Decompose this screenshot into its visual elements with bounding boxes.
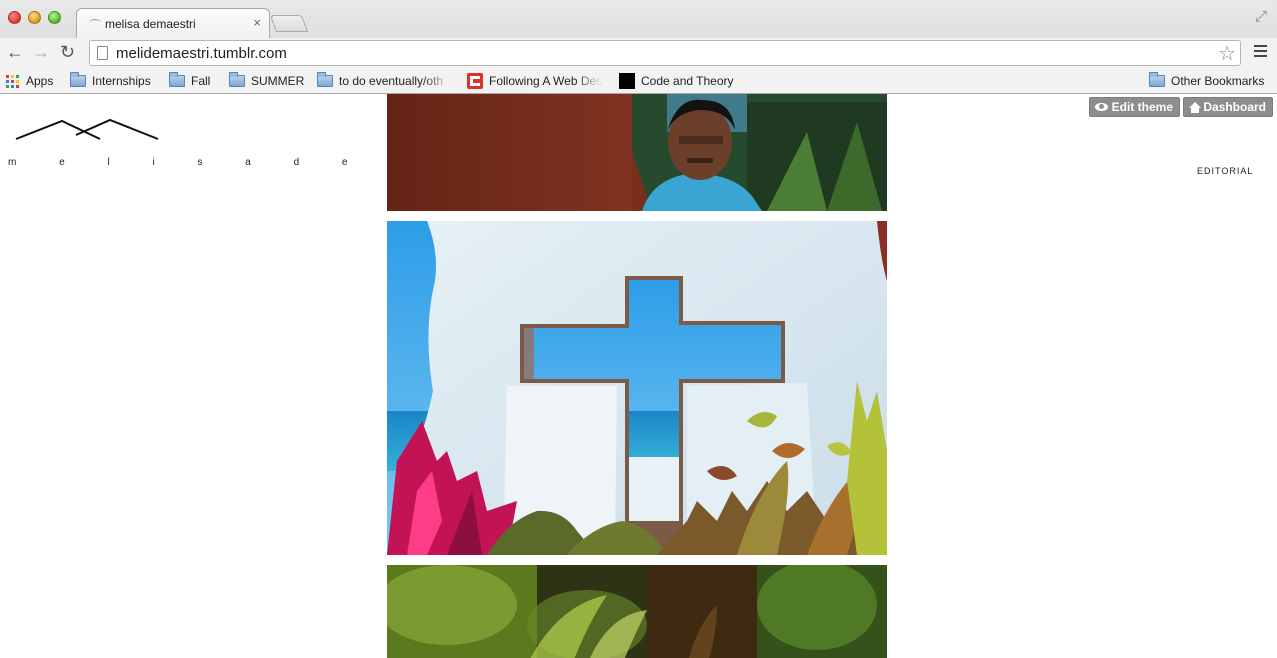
bookmark-folder-internships[interactable]: Internships <box>70 72 151 90</box>
address-bar-url[interactable]: melidemaestri.tumblr.com <box>116 45 287 62</box>
folder-icon <box>1149 72 1165 87</box>
dashboard-button[interactable]: Dashboard <box>1183 97 1273 117</box>
web-design-icon <box>467 73 483 89</box>
reload-button[interactable]: ↻ <box>60 41 75 63</box>
bookmark-folder-fall[interactable]: Fall <box>169 72 210 90</box>
bookmarks-bar: Apps Internships Fall SUMMER to do event… <box>0 68 1277 93</box>
fullscreen-icon[interactable]: ⤢ <box>1255 8 1267 25</box>
tropical-foliage-photo <box>387 565 887 658</box>
bookmark-star-icon[interactable]: ☆ <box>1218 41 1236 66</box>
edit-theme-label: Edit theme <box>1111 100 1173 114</box>
bookmark-label: Other Bookmarks <box>1171 74 1265 88</box>
zoom-window-button[interactable] <box>48 11 61 24</box>
folder-icon <box>169 72 185 87</box>
bookmark-folder-summer[interactable]: SUMMER <box>229 72 304 90</box>
bookmark-following-a-web-designer[interactable]: Following A Web Des <box>467 72 603 90</box>
bookmark-code-and-theory[interactable]: Code and Theory <box>619 72 734 90</box>
browser-toolbar: ← → ↻ melidemaestri.tumblr.com ☆ <box>0 38 1277 68</box>
photo-post[interactable] <box>387 94 887 211</box>
bookmark-label: SUMMER <box>251 74 305 88</box>
close-window-button[interactable] <box>8 11 21 24</box>
bookmark-label: to do eventually/oth <box>339 74 444 88</box>
dashboard-label: Dashboard <box>1203 100 1266 114</box>
apps-grid-icon <box>6 74 19 88</box>
folder-icon <box>317 72 333 87</box>
edit-theme-button[interactable]: Edit theme <box>1089 97 1180 117</box>
tumblr-page: m e l i s a d e m a e s t r i Edit theme… <box>0 94 1277 658</box>
bookmark-label: Fall <box>191 74 211 88</box>
code-and-theory-icon <box>619 73 635 89</box>
eye-icon <box>1095 103 1108 111</box>
bookmark-label: Following A Web Des <box>489 74 603 88</box>
home-icon <box>1189 101 1202 113</box>
chrome-menu-icon[interactable] <box>1254 45 1267 60</box>
man-in-blue-shirt-photo <box>387 94 887 211</box>
bookmark-label: Internships <box>92 74 151 88</box>
nav-link-editorial[interactable]: EDITORIAL <box>1197 166 1253 176</box>
tab-title: melisa demaestri <box>105 17 196 31</box>
tab-favicon-icon <box>89 19 101 27</box>
page-icon <box>97 46 108 60</box>
tab-close-icon[interactable]: × <box>253 15 261 31</box>
tab-strip: melisa demaestri × ⤢ <box>0 0 1277 38</box>
folder-icon <box>229 72 245 87</box>
new-tab-button[interactable] <box>269 15 309 32</box>
site-logo-mountains-icon[interactable] <box>8 116 160 140</box>
photo-post[interactable] <box>387 565 887 658</box>
bookmark-label: Apps <box>26 74 54 88</box>
photo-post[interactable] <box>387 221 887 555</box>
white-wall-cross-window-photo <box>387 221 887 555</box>
forward-button[interactable]: → <box>32 41 50 63</box>
folder-icon <box>70 72 86 87</box>
bookmark-folder-to-do[interactable]: to do eventually/oth <box>317 72 451 90</box>
bookmark-label: Code and Theory <box>641 74 734 88</box>
back-button[interactable]: ← <box>6 41 24 63</box>
address-bar[interactable]: melidemaestri.tumblr.com ☆ <box>89 40 1241 66</box>
minimize-window-button[interactable] <box>28 11 41 24</box>
browser-window-chrome: melisa demaestri × ⤢ ← → ↻ melidemaestri… <box>0 0 1277 94</box>
browser-tab-active[interactable]: melisa demaestri × <box>76 8 270 38</box>
bookmark-apps[interactable]: Apps <box>6 72 53 90</box>
other-bookmarks-folder[interactable]: Other Bookmarks <box>1149 72 1264 90</box>
